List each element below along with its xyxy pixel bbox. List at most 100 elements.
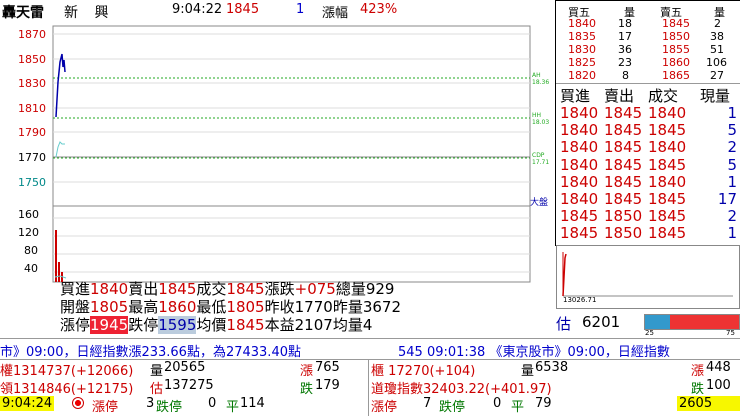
buy-value: 1840 bbox=[90, 280, 129, 298]
stats-row-2: 開盤1805最高1860最低1805昨收1770昨量3672 bbox=[60, 298, 401, 316]
quotes-left: 權1314737(+12066) 量 20565 漲 765 領1314846(… bbox=[0, 360, 368, 416]
tick-bid: 1840 bbox=[560, 155, 599, 174]
right-vol-label: 量 bbox=[521, 364, 535, 379]
ob-ask-vol: 51 bbox=[710, 43, 724, 56]
left-lu-value: 3 bbox=[146, 396, 155, 411]
quote-stats: 買進1840賣出1845成交1845漲跌+075總量929 開盤1805最高18… bbox=[60, 280, 550, 338]
left-ld-value: 0 bbox=[208, 396, 217, 411]
ob-ask-price: 1845 bbox=[662, 17, 690, 30]
tick-deal: 1845 bbox=[648, 224, 687, 243]
ob-bid-price: 1835 bbox=[568, 30, 596, 43]
gauge-tick: 75 bbox=[726, 329, 735, 337]
limit-up-value: 1945 bbox=[90, 316, 129, 334]
total-vol-value: 929 bbox=[365, 280, 395, 298]
gauge-tick: 25 bbox=[645, 329, 654, 337]
record-icon bbox=[72, 397, 84, 409]
right-up-label: 漲 bbox=[691, 364, 705, 379]
tick-deal: 1840 bbox=[648, 138, 687, 157]
ob-ask-vol: 106 bbox=[706, 56, 727, 69]
chg-value: +075 bbox=[294, 280, 336, 298]
tick-bid: 1845 bbox=[560, 224, 599, 243]
ob-bid-price: 1840 bbox=[568, 17, 596, 30]
header-price: 1845 bbox=[226, 2, 260, 17]
header-time: 9:04:22 bbox=[172, 2, 223, 17]
tick-deal: 1840 bbox=[648, 172, 687, 191]
header-change-label: 漲幅 bbox=[322, 6, 349, 21]
avg-price-value: 1845 bbox=[226, 316, 265, 334]
ticks-header: 現量 bbox=[700, 87, 731, 105]
right-up-value: 448 bbox=[706, 360, 731, 375]
annotation-cdp: CDP 17.71 bbox=[532, 152, 550, 166]
annotation-market: 大盤 bbox=[530, 198, 549, 208]
gauge-blue bbox=[645, 315, 670, 329]
price-chart: 1870 1850 1830 1810 1790 1770 1750 160 1… bbox=[0, 22, 552, 284]
header-change-pct: 423% bbox=[360, 2, 398, 17]
tick-ask: 1845 bbox=[604, 121, 643, 140]
tick-volume: 5 bbox=[727, 155, 737, 174]
volume-tick: 40 bbox=[24, 262, 38, 275]
left-down-value: 179 bbox=[315, 378, 340, 393]
yesterday-vol-label: 昨量 bbox=[332, 298, 363, 316]
pe-label: 本益 bbox=[264, 316, 295, 334]
order-book-5: 買五 量 賣五 量 1840 18 1845 2 1835 17 1850 38… bbox=[556, 1, 740, 82]
chg-label: 漲跌 bbox=[264, 280, 295, 298]
tick-volume: 1 bbox=[727, 224, 737, 243]
mini-index-label: 13026.71 bbox=[563, 296, 597, 304]
left-down-label: 跌 bbox=[300, 382, 314, 397]
tick-ask: 1845 bbox=[604, 104, 643, 122]
price-tick: 1790 bbox=[18, 126, 46, 139]
annotation-hh: HH 18.03 bbox=[532, 112, 550, 126]
sell-value: 1845 bbox=[158, 280, 197, 298]
low-value: 1805 bbox=[226, 298, 265, 316]
ob-ask-price: 1855 bbox=[662, 43, 690, 56]
left-vol-label: 量 bbox=[150, 364, 164, 379]
avg-price-label: 均價 bbox=[196, 316, 227, 334]
left-est-label: 估 bbox=[150, 382, 164, 397]
ticker-right: 545 09:01:38 《東京股市》09:00，日經指數 bbox=[398, 345, 670, 360]
volume-tick: 80 bbox=[24, 244, 38, 257]
ticks-header: 買進 bbox=[560, 87, 591, 105]
price-tick: 1770 bbox=[18, 151, 46, 164]
ob-bid-price: 1820 bbox=[568, 69, 596, 82]
ticks-header: 賣出 bbox=[604, 87, 635, 105]
tick-bid: 1840 bbox=[560, 138, 599, 157]
price-tick: 1810 bbox=[18, 102, 46, 115]
sell-label: 賣出 bbox=[128, 280, 159, 298]
ob-bid-vol: 17 bbox=[618, 30, 632, 43]
tick-volume: 1 bbox=[727, 172, 737, 191]
ticks-table: 買進 賣出 成交 現量 1840 1845 1840 1 1840 1845 1845 5 18… bbox=[556, 83, 740, 244]
left-est-value: 137275 bbox=[164, 378, 214, 393]
pe-value: 2107 bbox=[294, 316, 333, 334]
avg-vol-label: 均量 bbox=[332, 316, 363, 334]
tick-ask: 1845 bbox=[604, 138, 643, 157]
stats-row-3: 漲停1945跌停1595均價1845本益2107均量4 bbox=[60, 316, 372, 334]
ob-bid-vol: 23 bbox=[618, 56, 632, 69]
ob-ask-price: 1850 bbox=[662, 30, 690, 43]
tick-deal: 1840 bbox=[648, 104, 687, 122]
prev-close-value: 1770 bbox=[294, 298, 333, 316]
right-badge: 2605 bbox=[677, 396, 740, 411]
ob-ask-vol: 27 bbox=[710, 69, 724, 82]
high-value: 1860 bbox=[158, 298, 197, 316]
ob-bid-price: 1830 bbox=[568, 43, 596, 56]
limit-up-label: 漲停 bbox=[60, 316, 91, 334]
bottom-panel: 市》09:00，日經指數漲233.66點，為27433.40點 545 09:0… bbox=[0, 338, 740, 416]
avg-vol-value: 4 bbox=[362, 316, 373, 334]
ticks-header: 成交 bbox=[648, 87, 679, 105]
buy-label: 買進 bbox=[60, 280, 91, 298]
right-down-label: 跌 bbox=[691, 382, 705, 397]
stock-name: 新 興 bbox=[64, 5, 115, 21]
prev-close-label: 昨收 bbox=[264, 298, 295, 316]
price-tick: 1870 bbox=[18, 28, 46, 41]
open-label: 開盤 bbox=[60, 298, 91, 316]
dow-index: 道瓊指數32403.22(+401.97) bbox=[371, 382, 552, 397]
ob-ask-vol: 2 bbox=[714, 17, 721, 30]
total-vol-label: 總量 bbox=[335, 280, 366, 298]
left-up-value: 765 bbox=[315, 360, 340, 375]
news-ticker: 市》09:00，日經指數漲233.66點，為27433.40點 545 09:0… bbox=[0, 338, 740, 360]
right-flat-label: 平 bbox=[511, 400, 525, 415]
yesterday-vol-value: 3672 bbox=[362, 298, 402, 316]
limit-down-label: 跌停 bbox=[128, 316, 159, 334]
tick-deal: 1845 bbox=[648, 155, 687, 174]
tick-ask: 1850 bbox=[604, 224, 643, 243]
